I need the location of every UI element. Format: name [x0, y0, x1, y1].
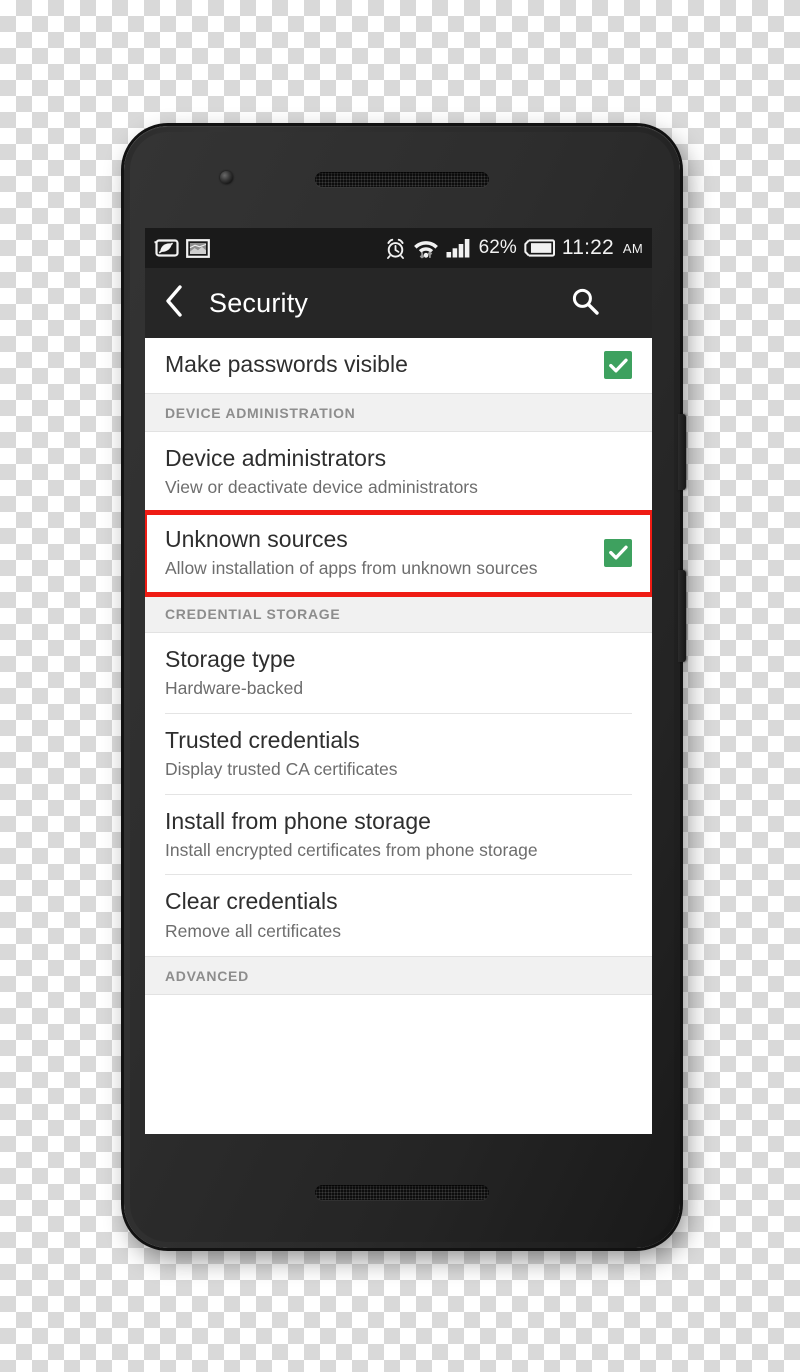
wifi-icon [413, 237, 439, 259]
row-clear-credentials[interactable]: Clear credentials Remove all certificates [145, 875, 652, 957]
search-icon [570, 286, 600, 321]
row-title: Make passwords visible [165, 351, 408, 378]
alarm-clock-icon [385, 238, 406, 259]
page-title: Security [209, 287, 309, 318]
back-button[interactable] [163, 284, 197, 323]
action-bar-actions [570, 286, 634, 321]
checkbox-make-passwords-visible[interactable] [604, 351, 632, 379]
phone-screen: 62% 11:22 AM Security Make passwords vis… [145, 228, 652, 1134]
row-title: Device administrators [165, 445, 387, 471]
row-storage-type[interactable]: Storage type Hardware-backed [145, 632, 652, 714]
row-summary: Remove all certificates [165, 920, 342, 941]
battery-percent-label: 62% [478, 237, 517, 258]
section-header-label: ADVANCED [165, 968, 249, 985]
row-unknown-sources[interactable]: Unknown sources Allow installation of app… [145, 509, 652, 597]
row-text: Unknown sources Allow installation of app… [165, 526, 604, 580]
earpiece-speaker-icon [315, 172, 489, 187]
settings-list: Make passwords visible DEVICE ADMINISTRAT… [145, 338, 652, 996]
section-header-label: CREDENTIAL STORAGE [165, 605, 341, 622]
row-summary: Hardware-backed [165, 677, 304, 698]
status-bar[interactable]: 62% 11:22 AM [145, 228, 652, 268]
row-text: Make passwords visible [165, 351, 604, 378]
bottom-speaker-icon [315, 1185, 489, 1200]
clock-ampm: AM [622, 240, 643, 256]
row-title: Clear credentials [165, 888, 338, 915]
status-bar-left-icons [154, 238, 210, 258]
row-title: Trusted credentials [165, 726, 360, 753]
row-install-from-phone-storage[interactable]: Install from phone storage Install encryp… [145, 794, 652, 876]
row-text: Storage type Hardware-backed [165, 646, 632, 700]
row-summary: Display trusted CA certificates [165, 758, 398, 779]
section-header-advanced: ADVANCED [145, 956, 652, 996]
eco-mode-icon [154, 239, 179, 257]
list-bottom-filler [145, 995, 652, 1012]
battery-icon [524, 239, 555, 257]
row-text: Device administrators View or deactivate … [165, 445, 632, 499]
search-button[interactable] [570, 286, 600, 321]
action-bar: Security [145, 268, 652, 338]
status-bar-right-icons: 62% 11:22 AM [385, 236, 643, 260]
row-summary: View or deactivate device administrators [165, 477, 478, 498]
front-camera [220, 171, 233, 184]
power-button[interactable] [678, 570, 686, 662]
row-trusted-credentials[interactable]: Trusted credentials Display trusted CA ce… [145, 713, 652, 795]
row-title: Storage type [165, 645, 296, 672]
row-make-passwords-visible[interactable]: Make passwords visible [145, 338, 652, 393]
back-chevron-icon [163, 284, 185, 323]
checkbox-unknown-sources[interactable] [604, 538, 632, 567]
row-text: Install from phone storage Install encryp… [165, 808, 632, 862]
volume-button[interactable] [678, 414, 686, 490]
screenshot-icon [186, 238, 210, 258]
row-summary: Allow installation of apps from unknown … [165, 558, 538, 578]
clock-time: 11:22 [561, 236, 614, 259]
signal-bars-icon [446, 238, 472, 258]
row-device-administrators[interactable]: Device administrators View or deactivate … [145, 432, 652, 513]
row-text: Trusted credentials Display trusted CA ce… [165, 727, 632, 781]
section-header-label: DEVICE ADMINISTRATION [165, 405, 356, 421]
row-title: Install from phone storage [165, 807, 431, 834]
section-header-device-administration: DEVICE ADMINISTRATION [145, 393, 652, 432]
row-title: Unknown sources [165, 525, 348, 552]
row-text: Clear credentials Remove all certificates [165, 888, 632, 942]
section-header-credential-storage: CREDENTIAL STORAGE [145, 593, 652, 633]
row-summary: Install encrypted certificates from phon… [165, 839, 538, 860]
